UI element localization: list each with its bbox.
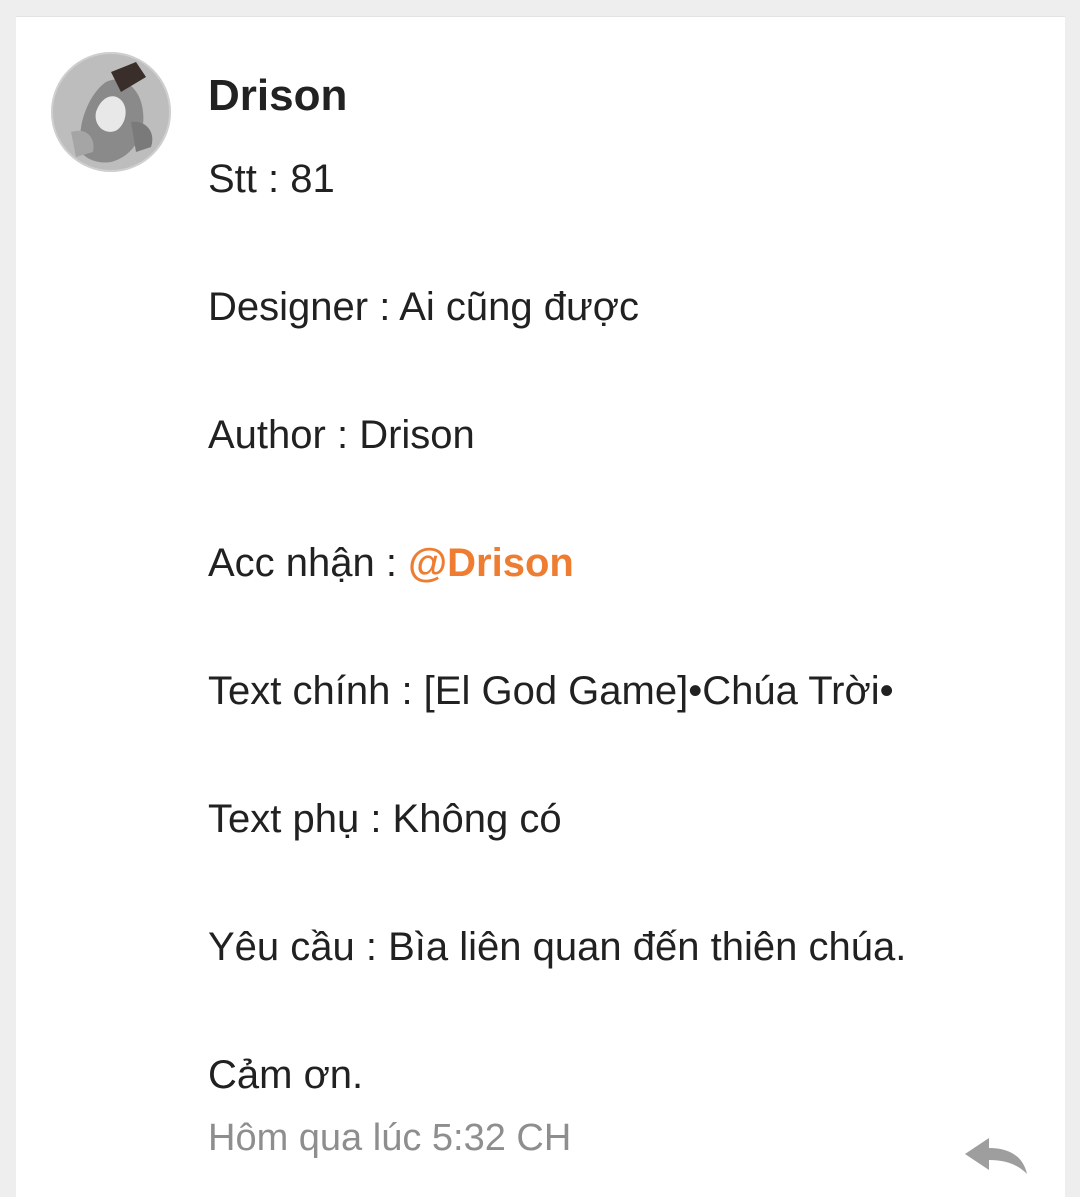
comment-line: Text chính : [El God Game]•Chúa Trời• (208, 669, 894, 713)
avatar[interactable] (51, 52, 171, 172)
comment-card: Drison Stt : 81 Designer : Ai cũng được … (16, 16, 1065, 1197)
reply-button[interactable] (961, 1132, 1031, 1182)
comment-line: Text phụ : Không có (208, 797, 562, 841)
comment-line: Author : Drison (208, 413, 475, 457)
comment-line: Designer : Ai cũng được (208, 285, 639, 329)
acc-label: Acc nhận : (208, 541, 409, 585)
mention-link[interactable]: @Drison (408, 541, 574, 585)
reply-arrow-icon (965, 1138, 1027, 1174)
top-background (0, 0, 1080, 16)
timestamp: Hôm qua lúc 5:32 CH (208, 1117, 572, 1159)
comment-line: Cảm ơn. (208, 1053, 364, 1097)
acc-line: Acc nhận : @Drison (208, 531, 1028, 595)
author-name[interactable]: Drison (208, 71, 347, 121)
comment-line: Stt : 81 (208, 157, 335, 201)
comment-line: Yêu cầu : Bìa liên quan đến thiên chúa. (208, 925, 907, 969)
comment-body: Stt : 81 Designer : Ai cũng được Author … (208, 147, 1028, 1107)
avatar-image (51, 52, 171, 172)
